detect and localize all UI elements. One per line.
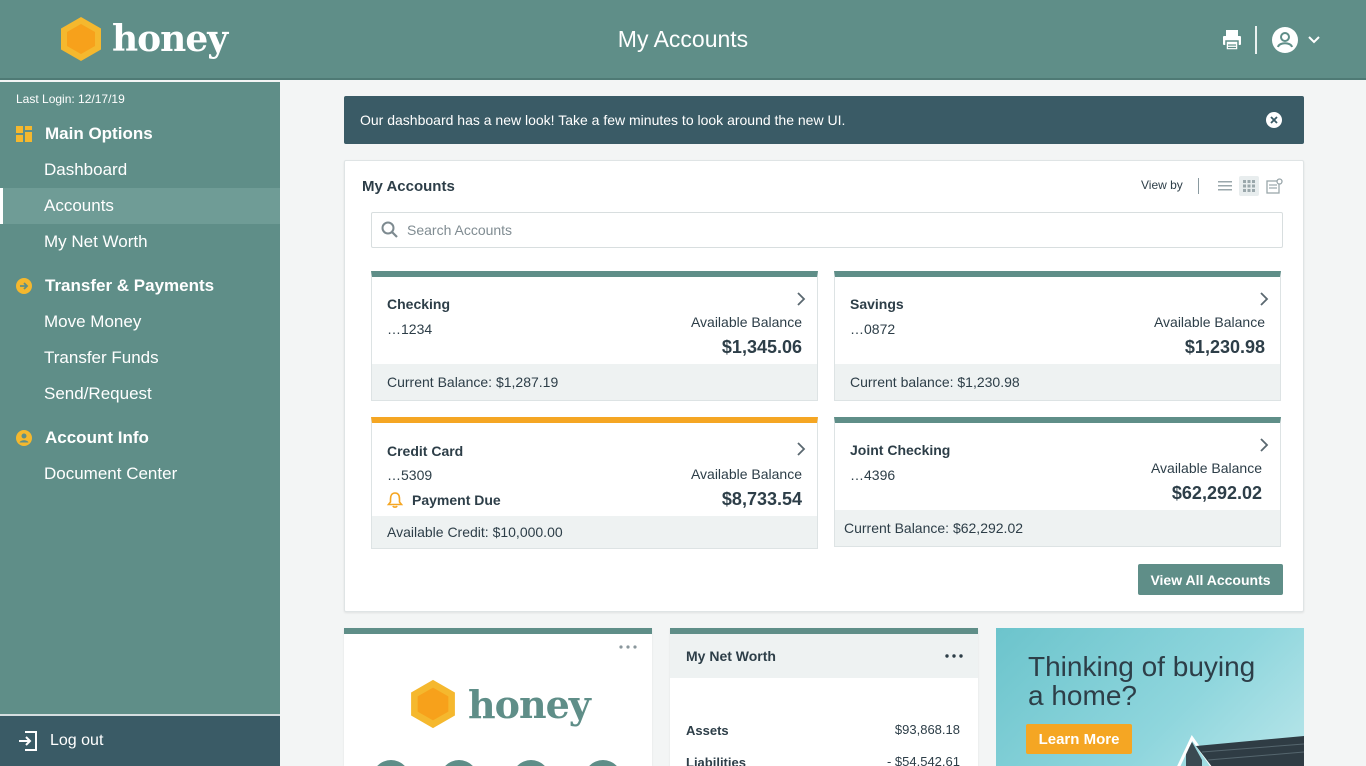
account-number: …0872 — [850, 321, 896, 337]
section-main-options: Main Options — [0, 118, 280, 150]
user-circle-icon — [15, 429, 33, 447]
brand-widget-name: honey — [468, 681, 591, 727]
quick-action-circle[interactable] — [372, 760, 410, 766]
more-options-icon[interactable] — [944, 651, 964, 661]
account-footer: Current Balance: $62,292.02 — [835, 510, 1280, 546]
page-title: My Accounts — [617, 26, 749, 52]
sidebar: Last Login: 12/17/19 Main Options Dashbo… — [0, 82, 280, 766]
net-worth-assets-label: Assets — [686, 723, 729, 738]
list-view-button[interactable] — [1215, 176, 1235, 196]
chevron-right-icon — [1260, 438, 1269, 452]
account-name: Savings — [850, 296, 904, 312]
net-worth-liabilities-label: Liabilities — [686, 755, 746, 766]
net-worth-title: My Net Worth — [686, 648, 776, 664]
quick-action-circle[interactable] — [584, 760, 622, 766]
sidebar-item-my-net-worth[interactable]: My Net Worth — [0, 224, 280, 260]
net-worth-assets-value: $93,868.18 — [894, 722, 960, 737]
account-card-savings[interactable]: Savings …0872 Available Balance $1,230.9… — [834, 271, 1281, 401]
available-balance-label: Available Balance — [1150, 460, 1262, 476]
available-balance-amount: $1,345.06 — [721, 337, 802, 357]
view-all-accounts-button[interactable]: View All Accounts — [1138, 564, 1283, 595]
net-worth-header: My Net Worth — [670, 634, 978, 678]
chevron-right-icon — [797, 292, 806, 306]
arrow-circle-icon — [15, 277, 33, 295]
grid-view-button[interactable] — [1239, 176, 1259, 196]
available-balance-label: Available Balance — [690, 466, 802, 482]
section-transfer-payments: Transfer & Payments — [0, 270, 280, 302]
net-worth-liabilities-value: - $54,542.61 — [886, 754, 960, 766]
available-balance-label: Available Balance — [690, 314, 802, 330]
brand-widget-logo: honey — [410, 678, 591, 730]
account-footer: Current balance: $1,230.98 — [835, 364, 1280, 400]
chevron-right-icon — [1260, 292, 1269, 306]
account-name: Checking — [387, 296, 451, 312]
account-card-joint-checking[interactable]: Joint Checking …4396 Available Balance $… — [834, 417, 1281, 547]
section-label: Main Options — [45, 124, 153, 143]
account-name: Joint Checking — [850, 442, 951, 458]
quick-action-circle[interactable] — [440, 760, 478, 766]
logout-icon — [19, 731, 37, 751]
close-banner-button[interactable] — [1266, 112, 1282, 128]
sidebar-item-document-center[interactable]: Document Center — [0, 456, 280, 492]
account-number: …1234 — [387, 321, 433, 337]
account-card-checking[interactable]: Checking …1234 Available Balance $1,345.… — [371, 271, 818, 401]
sidebar-item-transfer-funds[interactable]: Transfer Funds — [0, 340, 280, 376]
brand-widget: honey — [344, 628, 652, 766]
announcement-banner: Our dashboard has a new look! Take a few… — [344, 96, 1304, 144]
section-label: Transfer & Payments — [45, 276, 215, 295]
more-options-icon[interactable] — [618, 642, 638, 652]
account-card-credit-card[interactable]: Credit Card …5309 Available Balance $8,7… — [371, 417, 818, 549]
chevron-right-icon — [797, 442, 806, 456]
honeycomb-logo-icon — [411, 679, 455, 729]
logout-button[interactable]: Log out — [0, 714, 280, 766]
header-divider — [1255, 26, 1257, 54]
user-icon — [1272, 27, 1298, 53]
learn-more-button[interactable]: Learn More — [1026, 724, 1132, 754]
search-accounts-box[interactable] — [371, 212, 1283, 248]
house-illustration — [1177, 735, 1304, 766]
home-promo-card: Thinking of buying a home? Learn More — [996, 628, 1304, 766]
document-search-icon — [1266, 178, 1283, 194]
payment-due-label: Payment Due — [412, 492, 501, 508]
my-accounts-panel: My Accounts View by Search Accounts Chec… — [344, 160, 1304, 612]
section-label: Account Info — [45, 428, 149, 447]
print-button[interactable] — [1220, 28, 1244, 52]
panel-title: My Accounts — [362, 178, 455, 195]
grid-icon — [15, 125, 33, 143]
quick-action-circle[interactable] — [512, 760, 550, 766]
account-number: …4396 — [850, 467, 896, 483]
document-view-button[interactable] — [1265, 176, 1285, 196]
account-name: Credit Card — [387, 443, 464, 459]
available-balance-amount: $62,292.02 — [1171, 483, 1262, 503]
list-icon — [1218, 181, 1232, 191]
top-header: honey My Accounts — [0, 0, 1366, 80]
sidebar-item-accounts[interactable]: Accounts — [0, 188, 280, 224]
user-menu-button[interactable] — [1271, 26, 1321, 54]
grid-view-icon — [1243, 180, 1255, 192]
sidebar-item-move-money[interactable]: Move Money — [0, 304, 280, 340]
available-balance-amount: $1,230.98 — [1184, 337, 1265, 357]
chevron-down-icon — [1308, 36, 1320, 44]
sidebar-item-send-request[interactable]: Send/Request — [0, 376, 280, 412]
logout-label: Log out — [50, 732, 104, 749]
view-by-label: View by — [1141, 178, 1183, 192]
account-number: …5309 — [387, 467, 433, 483]
net-worth-widget: My Net Worth Assets $93,868.18 Liabiliti… — [670, 628, 978, 766]
section-account-info: Account Info — [0, 422, 280, 454]
view-by-divider — [1198, 178, 1199, 194]
promo-headline: Thinking of buying a home? — [1028, 651, 1256, 711]
available-balance-amount: $8,733.54 — [721, 489, 802, 509]
available-balance-label: Available Balance — [1153, 314, 1265, 330]
last-login-text: Last Login: 12/17/19 — [16, 92, 125, 106]
search-accounts-input[interactable] — [407, 222, 1267, 238]
payment-due-status: Payment Due — [386, 491, 501, 509]
banner-text: Our dashboard has a new look! Take a few… — [360, 112, 846, 128]
account-footer: Current Balance: $1,287.19 — [372, 364, 817, 400]
bell-icon — [386, 492, 404, 508]
printer-icon — [1223, 30, 1241, 51]
close-icon — [1270, 116, 1278, 124]
account-footer: Available Credit: $10,000.00 — [372, 516, 817, 548]
sidebar-item-dashboard[interactable]: Dashboard — [0, 152, 280, 188]
search-icon — [381, 221, 398, 238]
